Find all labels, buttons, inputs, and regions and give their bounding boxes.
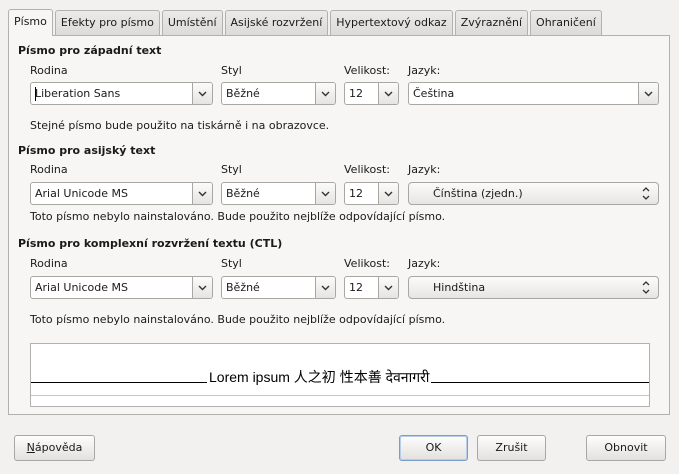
asian-style-value[interactable]: Běžné [226, 183, 260, 204]
tab-position[interactable]: Umístění [161, 10, 223, 35]
tab-bar: Písmo Efekty pro písmo Umístění Asijské … [8, 9, 604, 36]
preview-divider [31, 395, 649, 396]
asian-language-label: Jazyk: [408, 163, 441, 176]
ctl-language-listbox[interactable]: Hindština [408, 276, 659, 299]
reset-button[interactable]: Obnovit [586, 435, 666, 461]
ctl-size-label: Velikost: [344, 257, 391, 270]
tab-borders[interactable]: Ohraničení [530, 10, 602, 35]
western-section-title: Písmo pro západní text [18, 44, 162, 57]
western-family-label: Rodina [30, 64, 68, 77]
asian-style-label: Styl [221, 163, 242, 176]
western-size-combo[interactable]: 12 [344, 82, 399, 105]
preview-text: Lorem ipsum 人之初 性本善 देवनागरी [207, 368, 432, 386]
dropdown-button[interactable] [315, 183, 335, 204]
western-size-value[interactable]: 12 [349, 83, 363, 104]
asian-language-listbox[interactable]: Čínština (zjedn.) [408, 182, 659, 205]
chevron-down-icon [198, 285, 207, 290]
chevron-down-icon [384, 191, 393, 196]
dropdown-button[interactable] [192, 277, 212, 298]
cancel-button[interactable]: Zrušit [477, 435, 546, 461]
western-language-value[interactable]: Čeština [413, 83, 454, 104]
ctl-language-value[interactable]: Hindština [433, 277, 485, 298]
chevron-down-icon [198, 191, 207, 196]
ctl-style-combo[interactable]: Běžné [221, 276, 336, 299]
chevron-down-icon [384, 285, 393, 290]
font-preview: Lorem ipsum 人之初 性本善 देवनागरी [30, 343, 650, 407]
ok-button[interactable]: OK [399, 435, 468, 461]
western-family-combo[interactable]: Liberation Sans [30, 82, 213, 105]
dropdown-button[interactable] [638, 83, 658, 104]
dropdown-button[interactable] [192, 183, 212, 204]
asian-note: Toto písmo nebylo nainstalováno. Bude po… [30, 210, 446, 223]
dropdown-button[interactable] [192, 83, 212, 104]
dropdown-button[interactable] [378, 183, 398, 204]
help-button-label: ápověda [34, 441, 83, 454]
ctl-style-value[interactable]: Běžné [226, 277, 260, 298]
tab-font-effects[interactable]: Efekty pro písmo [54, 10, 160, 35]
western-size-label: Velikost: [344, 64, 391, 77]
chevron-down-icon [644, 91, 653, 96]
western-style-value[interactable]: Běžné [226, 83, 260, 104]
asian-size-combo[interactable]: 12 [344, 182, 399, 205]
western-style-combo[interactable]: Běžné [221, 82, 336, 105]
tab-hyperlink[interactable]: Hypertextový odkaz [330, 10, 453, 35]
ctl-style-label: Styl [221, 257, 242, 270]
asian-size-value[interactable]: 12 [349, 183, 363, 204]
asian-family-label: Rodina [30, 163, 68, 176]
tab-highlighting[interactable]: Zvýraznění [454, 10, 529, 35]
dropdown-button[interactable] [315, 83, 335, 104]
western-family-value[interactable]: Liberation Sans [35, 83, 120, 104]
tab-font[interactable]: Písmo [8, 9, 53, 36]
asian-section-title: Písmo pro asijský text [18, 144, 156, 157]
ctl-family-label: Rodina [30, 257, 68, 270]
chevron-down-icon [321, 191, 330, 196]
ctl-family-value[interactable]: Arial Unicode MS [35, 277, 128, 298]
chevron-down-icon [198, 91, 207, 96]
ctl-note: Toto písmo nebylo nainstalováno. Bude po… [30, 313, 446, 326]
asian-style-combo[interactable]: Běžné [221, 182, 336, 205]
asian-size-label: Velikost: [344, 163, 391, 176]
chevron-down-icon [321, 285, 330, 290]
spin-arrows-icon [642, 187, 650, 200]
spin-arrows-icon [642, 281, 650, 294]
ctl-language-label: Jazyk: [408, 257, 441, 270]
western-language-combo[interactable]: Čeština [408, 82, 659, 105]
ctl-size-value[interactable]: 12 [349, 277, 363, 298]
ctl-section-title: Písmo pro komplexní rozvržení textu (CTL… [18, 237, 283, 250]
dropdown-button[interactable] [378, 83, 398, 104]
ctl-size-combo[interactable]: 12 [344, 276, 399, 299]
dropdown-button[interactable] [378, 277, 398, 298]
asian-family-combo[interactable]: Arial Unicode MS [30, 182, 213, 205]
dropdown-button[interactable] [315, 277, 335, 298]
chevron-down-icon [321, 91, 330, 96]
help-button[interactable]: Nápověda [14, 435, 95, 461]
ctl-family-combo[interactable]: Arial Unicode MS [30, 276, 213, 299]
chevron-down-icon [384, 91, 393, 96]
western-language-label: Jazyk: [408, 64, 441, 77]
tab-asian-layout[interactable]: Asijské rozvržení [224, 10, 329, 35]
asian-family-value[interactable]: Arial Unicode MS [35, 183, 128, 204]
western-note: Stejné písmo bude použito na tiskárně i … [30, 119, 330, 132]
western-style-label: Styl [221, 64, 242, 77]
asian-language-value[interactable]: Čínština (zjedn.) [433, 183, 523, 204]
